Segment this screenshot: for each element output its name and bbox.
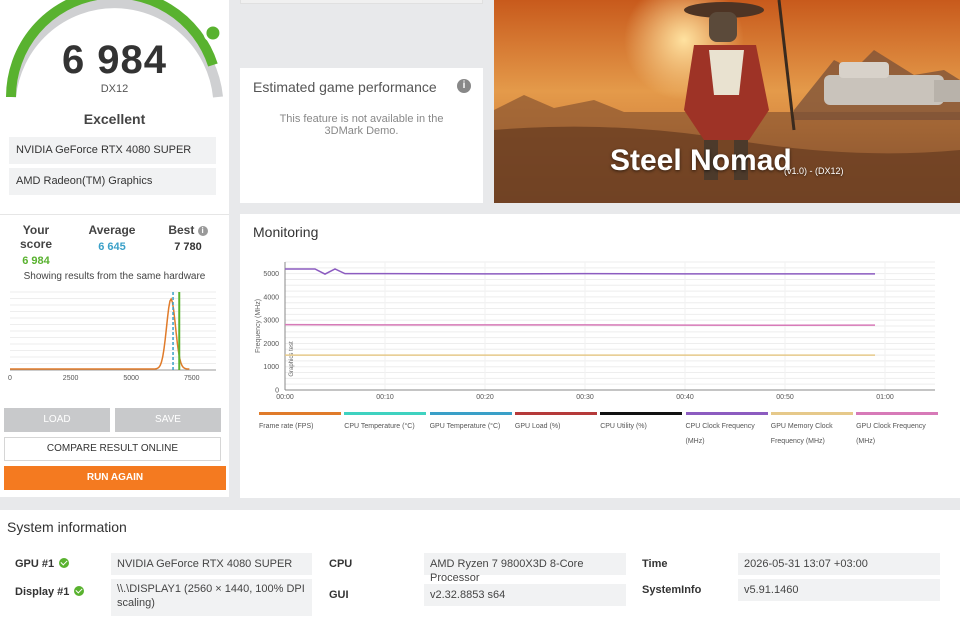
x-tick-label: 00:30 (576, 394, 594, 401)
check-icon (74, 586, 85, 596)
igpu-name: AMD Radeon(TM) Graphics (9, 168, 216, 195)
monitoring-legend: Frame rate (FPS) CPU Temperature (°C) GPU … (259, 412, 944, 452)
graphics-test-label: Graphics test (289, 341, 295, 377)
legend-label: GPU Temperature (°C) (429, 423, 501, 430)
gpu-label: GPU #1 (15, 558, 70, 570)
legend-label: Frame rate (FPS) (259, 423, 314, 430)
x-tick-label: 00:20 (476, 394, 494, 401)
legend-label: GPU Memory Clock Frequency (MHz) (770, 423, 833, 445)
x-tick-label: 2500 (63, 375, 79, 382)
legend-item[interactable]: GPU Memory Clock Frequency (MHz) (770, 412, 854, 449)
run-again-button[interactable]: RUN AGAIN (4, 466, 226, 490)
your-score-label: Your score (19, 223, 53, 251)
api-label: DX12 (100, 83, 129, 95)
x-tick-label: 0 (8, 375, 12, 382)
y-tick-label: 2000 (263, 341, 279, 348)
y-tick-label: 0 (275, 388, 279, 395)
estimated-performance-card: Estimated game performance i This featur… (240, 68, 483, 203)
monitoring-title: Monitoring (253, 224, 319, 240)
legend-label: CPU Utility (%) (600, 423, 647, 430)
legend-item[interactable]: GPU Clock Frequency (MHz) (856, 412, 939, 449)
systeminfo-label: SystemInfo (642, 584, 702, 596)
best-score-label: Best (168, 223, 195, 237)
top-card-fragment (240, 0, 483, 4)
legend-item[interactable]: CPU Clock Frequency (MHz) (685, 412, 769, 449)
info-icon[interactable]: i (197, 226, 208, 236)
estimated-title: Estimated game performance (253, 79, 437, 95)
legend-item[interactable]: Frame rate (FPS) (259, 412, 342, 434)
legend-swatch (770, 412, 853, 415)
y-tick-label: 5000 (263, 271, 279, 278)
series-line (284, 323, 876, 327)
x-tick-label: 7500 (184, 375, 200, 382)
legend-swatch (685, 412, 768, 415)
cpu-value: AMD Ryzen 7 9800X3D 8-Core Processor (424, 553, 626, 584)
your-score: Your score 6 984 (6, 223, 66, 267)
x-tick-label: 00:10 (376, 394, 394, 401)
legend-swatch (344, 412, 427, 415)
legend-label: GPU Clock Frequency (MHz) (856, 423, 926, 445)
y-tick-label: 3000 (263, 318, 279, 325)
info-icon[interactable]: i (457, 79, 471, 93)
average-score: Average 6 645 (82, 223, 142, 253)
score-distribution-chart: 0 2500 5000 7500 (8, 291, 216, 382)
benchmark-banner: Steel Nomad (v1.0) - (DX12) (494, 0, 960, 203)
legend-item[interactable]: GPU Temperature (°C) (429, 412, 513, 434)
legend-swatch (600, 412, 683, 415)
legend-swatch (259, 412, 341, 415)
gui-value: v2.32.8853 s64 (424, 584, 626, 606)
load-button[interactable]: LOAD (4, 408, 110, 432)
legend-label: CPU Temperature (°C) (344, 423, 415, 430)
check-icon (59, 558, 70, 568)
save-button[interactable]: SAVE (115, 408, 221, 432)
x-tick-label: 00:50 (776, 394, 794, 401)
monitoring-chart: 00:00 00:10 00:20 00:30 00:40 00:50 01:00 0 1000… (255, 261, 935, 401)
time-label: Time (642, 558, 668, 570)
cpu-label: CPU (329, 558, 353, 570)
legend-swatch (429, 412, 512, 415)
time-value: 2026-05-31 13:07 +03:00 (738, 553, 940, 575)
same-hardware-note: Showing results from the same hardware (23, 271, 206, 282)
x-tick-label: 00:40 (676, 394, 694, 401)
display-value: \\.\DISPLAY1 (2560 × 1440, 100% DPI scal… (111, 579, 312, 616)
legend-item[interactable]: CPU Temperature (°C) (344, 412, 427, 434)
average-score-label: Average (88, 223, 136, 237)
legend-label: CPU Clock Frequency (MHz) (685, 423, 755, 445)
y-tick-label: 4000 (263, 294, 279, 301)
average-score-value: 6 645 (98, 241, 126, 253)
score-panel: 6 984 DX12 Excellent NVIDIA GeForce RTX … (0, 0, 229, 497)
series-line (285, 268, 875, 275)
legend-swatch (514, 412, 597, 415)
system-info-title: System information (7, 519, 127, 535)
x-tick-label: 01:00 (876, 394, 894, 401)
x-tick-label: 00:00 (276, 394, 294, 401)
monitoring-panel: Monitoring 00:00 00:10 00:20 00:30 00:40 00:5… (240, 214, 960, 498)
legend-label: GPU Load (%) (514, 423, 561, 430)
systeminfo-value: v5.91.1460 (738, 579, 940, 601)
x-tick-label: 5000 (123, 375, 139, 382)
gui-label: GUI (329, 589, 349, 601)
legend-swatch (856, 412, 939, 415)
y-axis-label: Frequency (MHz) (255, 299, 262, 353)
overall-score: 6 984 (61, 38, 168, 82)
best-score-value: 7 780 (174, 241, 202, 253)
system-information: System information GPU #1 NVIDIA GeForce… (0, 510, 960, 621)
gpu-name: NVIDIA GeForce RTX 4080 SUPER (9, 137, 216, 164)
estimated-text: This feature is not available in the 3DM… (279, 113, 444, 137)
benchmark-version: (v1.0) - (DX12) (784, 166, 844, 176)
compare-online-button[interactable]: COMPARE RESULT ONLINE (4, 437, 221, 461)
score-rating: Excellent (83, 111, 146, 127)
display-label: Display #1 (15, 586, 85, 598)
legend-item[interactable]: GPU Load (%) (514, 412, 598, 434)
benchmark-title: Steel Nomad (610, 144, 792, 177)
best-score: Best i 7 780 (158, 223, 218, 253)
your-score-value: 6 984 (22, 255, 50, 267)
legend-item[interactable]: CPU Utility (%) (600, 412, 683, 434)
y-tick-label: 1000 (263, 364, 279, 371)
gpu-value: NVIDIA GeForce RTX 4080 SUPER (111, 553, 312, 575)
distribution-curve (10, 297, 190, 370)
score-comparison: Your score 6 984 Average 6 645 Best i 7 … (0, 214, 229, 267)
